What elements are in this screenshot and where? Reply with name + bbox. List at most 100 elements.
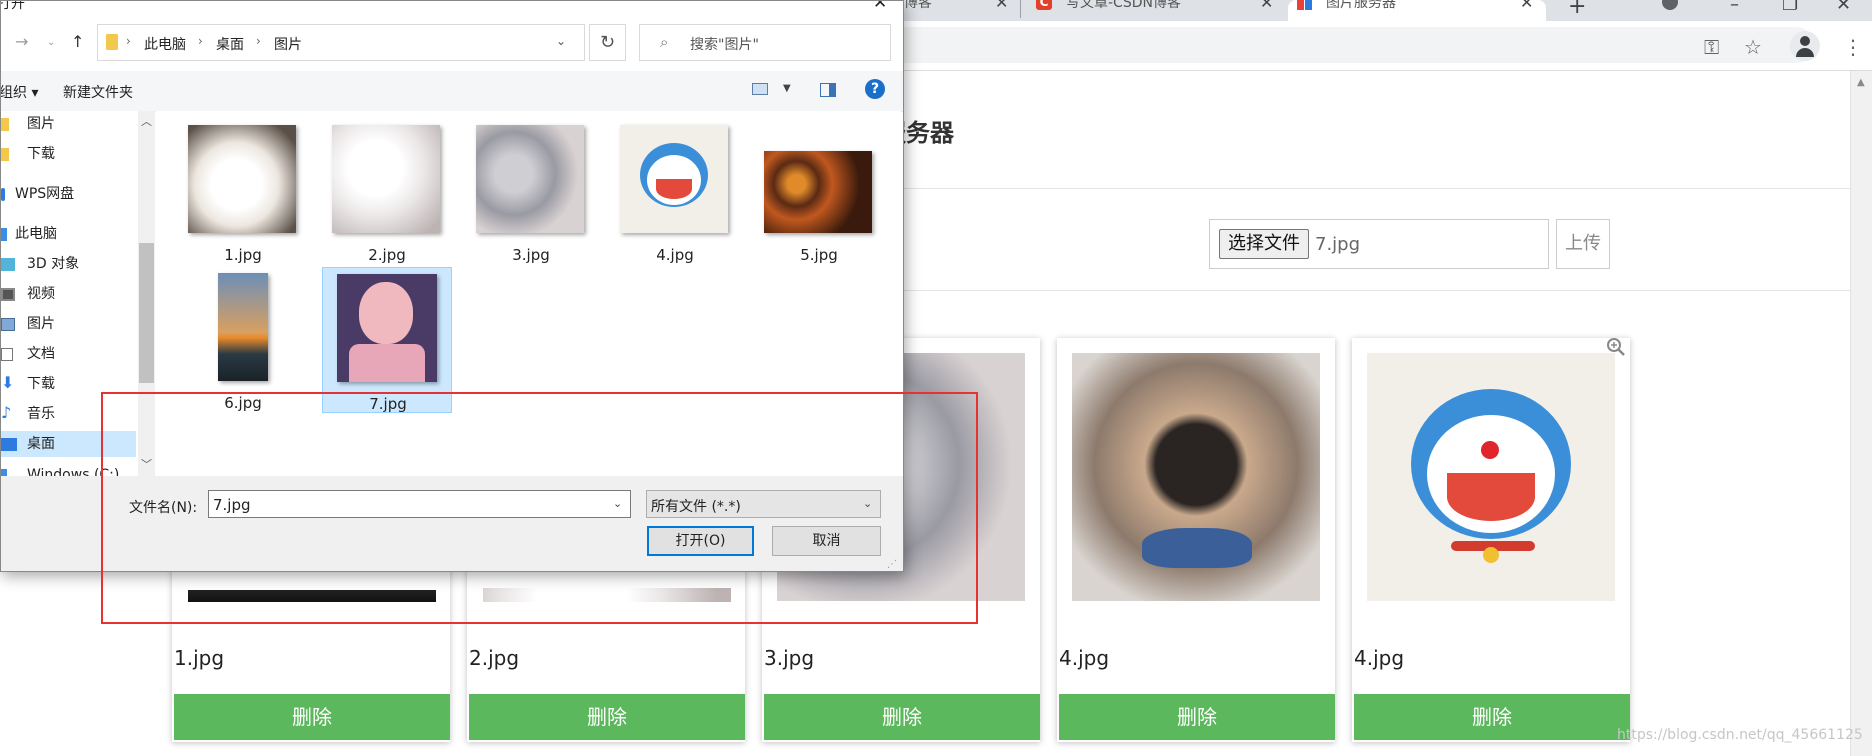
refresh-button[interactable]: ↻	[589, 24, 626, 61]
file-name: 3.jpg	[512, 246, 550, 264]
cloud-icon	[1, 188, 5, 201]
file-thumbnail	[764, 151, 872, 233]
close-icon[interactable]: ✕	[995, 0, 1008, 11]
account-avatar[interactable]	[1790, 31, 1820, 61]
file-thumbnail	[218, 273, 268, 381]
nav-item-wps-drive[interactable]: WPS网盘	[1, 181, 136, 207]
image-name: 4.jpg	[1354, 646, 1405, 670]
doraemon-mouth-shape	[1447, 473, 1535, 521]
nav-item-3d-objects[interactable]: 3D 对象	[1, 251, 136, 277]
doraemon-mouth-shape	[656, 179, 692, 199]
nav-item-label: 图片	[27, 316, 55, 332]
tab-image-server[interactable]: 图片服务器 ✕	[1288, 0, 1546, 21]
zoom-in-icon[interactable]	[1606, 337, 1626, 357]
help-icon[interactable]: ?	[865, 79, 885, 99]
file-thumbnail	[337, 274, 437, 382]
file-thumbnail	[476, 125, 584, 233]
computer-icon	[1, 228, 7, 241]
image-thumbnail[interactable]	[1367, 353, 1615, 601]
profile-circle-icon[interactable]	[1662, 0, 1678, 10]
annotation-highlight-box	[101, 392, 978, 624]
new-tab-plus-icon[interactable]: +	[1568, 0, 1586, 19]
breadcrumb-item[interactable]: 此电脑	[144, 34, 186, 54]
delete-button[interactable]: 删除	[174, 694, 450, 740]
tab-csdn-write[interactable]: C 写文章-CSDN博客 ✕	[1030, 0, 1280, 21]
nav-item-label: 视频	[27, 286, 55, 302]
scroll-thumb[interactable]	[139, 243, 154, 383]
doraemon-bell-shape	[1483, 547, 1499, 563]
nav-item-pictures[interactable]: 图片	[1, 311, 136, 337]
breadcrumb-item[interactable]: 桌面	[216, 34, 244, 54]
back-arrow-icon[interactable]: →	[15, 32, 28, 51]
search-placeholder: 搜索"图片"	[690, 37, 759, 53]
organize-button[interactable]: 组织 ▾	[1, 82, 38, 102]
tab-label: l博客	[900, 0, 932, 11]
nav-item-label: 此电脑	[15, 226, 57, 242]
close-icon[interactable]: ✕	[1260, 0, 1273, 11]
page-scrollbar[interactable]: ▲	[1850, 71, 1872, 756]
favicon-icon	[1297, 0, 1313, 10]
file-item[interactable]: 2.jpg	[322, 119, 452, 265]
history-dropdown-icon[interactable]: ⌄	[47, 37, 55, 48]
file-name: 4.jpg	[656, 246, 694, 264]
file-item[interactable]: 4.jpg	[610, 119, 740, 265]
choose-file-button[interactable]: 选择文件	[1219, 229, 1309, 259]
tab-separator	[1020, 0, 1021, 18]
file-input[interactable]: 选择文件 7.jpg	[1209, 219, 1549, 269]
view-icon[interactable]	[752, 83, 768, 95]
nav-item-label: 下载	[27, 376, 55, 392]
chevron-down-icon[interactable]: ⌄	[556, 34, 566, 48]
menu-icon[interactable]: ⋮	[1843, 35, 1863, 59]
new-folder-button[interactable]: 新建文件夹	[63, 82, 133, 102]
nav-item-videos[interactable]: 视频	[1, 281, 136, 307]
video-icon	[1, 288, 15, 301]
file-item[interactable]: 5.jpg	[754, 119, 884, 265]
breadcrumb-item[interactable]: 图片	[274, 34, 302, 54]
close-icon[interactable]: ✕	[873, 1, 887, 13]
chevron-up-icon[interactable]: ︿	[141, 113, 152, 129]
delete-button[interactable]: 删除	[764, 694, 1040, 740]
minimize-icon[interactable]: –	[1730, 0, 1739, 15]
file-item[interactable]: 1.jpg	[178, 119, 308, 265]
close-icon[interactable]: ✕	[1520, 0, 1533, 11]
delete-button[interactable]: 删除	[1354, 694, 1630, 740]
cube-icon	[1, 258, 15, 271]
nav-item-this-pc[interactable]: 此电脑	[1, 221, 136, 247]
chevron-down-icon[interactable]: ▼	[783, 83, 791, 94]
nav-item-label: 桌面	[27, 436, 55, 452]
command-bar: 组织 ▾ 新建文件夹 ▼ ?	[1, 71, 903, 112]
body-shape	[349, 344, 425, 382]
star-icon[interactable]: ☆	[1744, 35, 1762, 59]
desktop-icon	[1, 438, 17, 451]
nav-item-documents[interactable]: 文档	[1, 341, 136, 367]
divider	[904, 188, 1850, 189]
delete-button[interactable]: 删除	[469, 694, 745, 740]
key-icon[interactable]: ⚿	[1704, 35, 1719, 59]
tab-label: 图片服务器	[1326, 0, 1396, 11]
chevron-right-icon: ›	[256, 34, 261, 48]
divider	[904, 290, 1850, 291]
nav-item-downloads-quick[interactable]: 下载	[1, 141, 136, 167]
file-thumbnail	[188, 125, 296, 233]
search-input[interactable]: ⌕ 搜索"图片"	[639, 24, 891, 61]
preview-pane-icon[interactable]	[820, 83, 836, 97]
doraemon-nose-shape	[1481, 441, 1499, 459]
restore-icon[interactable]: ❐	[1782, 0, 1798, 15]
close-window-icon[interactable]: ✕	[1836, 0, 1851, 15]
tab-blog[interactable]: l博客 ✕	[900, 0, 1020, 21]
scroll-up-arrow-icon[interactable]: ▲	[1857, 77, 1865, 88]
address-breadcrumb-bar[interactable]: › 此电脑 › 桌面 › 图片 ⌄	[97, 24, 585, 61]
file-item[interactable]: 3.jpg	[466, 119, 596, 265]
file-name: 5.jpg	[800, 246, 838, 264]
chevron-right-icon: ›	[126, 34, 131, 48]
delete-button[interactable]: 删除	[1059, 694, 1335, 740]
image-thumbnail[interactable]	[1072, 353, 1320, 601]
nav-item-pictures-quick[interactable]: 图片	[1, 111, 136, 137]
up-arrow-icon[interactable]: ↑	[71, 32, 84, 51]
chevron-right-icon: ›	[198, 34, 203, 48]
folder-icon	[1, 118, 9, 131]
upload-button[interactable]: 上传	[1556, 219, 1610, 269]
image-card: 4.jpg 删除	[1057, 338, 1335, 742]
file-name: 2.jpg	[368, 246, 406, 264]
file-name: 1.jpg	[224, 246, 262, 264]
